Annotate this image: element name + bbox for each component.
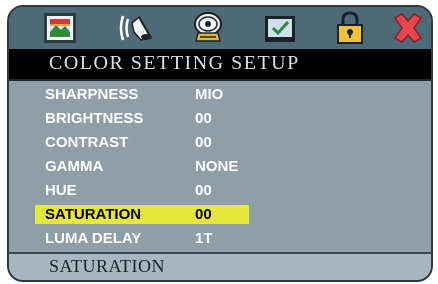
menu-title-bar: COLOR SETTING SETUP [9,49,431,81]
setting-value: 00 [195,110,212,127]
setting-label: LUMA DELAY [45,230,142,247]
setting-label: HUE [45,182,77,199]
setting-row-brightness[interactable]: BRIGHTNESS 00 [35,109,249,128]
close-icon [393,13,423,43]
tab-setup[interactable] [261,10,299,46]
speaker-icon [119,15,153,41]
setting-row-saturation[interactable]: SATURATION 00 [35,205,249,224]
film-reel-icon [194,12,222,42]
tab-exit[interactable] [389,10,427,46]
tab-video[interactable] [189,10,227,46]
osd-menu: COLOR SETTING SETUP SHARPNESS MIO BRIGHT… [7,5,433,282]
setting-row-luma-delay[interactable]: LUMA DELAY 1T [35,229,249,248]
setting-value: NONE [195,158,239,175]
settings-list: SHARPNESS MIO BRIGHTNESS 00 CONTRAST 00 … [9,81,431,259]
setting-row-gamma[interactable]: GAMMA NONE [35,157,249,176]
menu-title: COLOR SETTING SETUP [49,52,300,74]
setting-label: BRIGHTNESS [45,110,144,127]
tab-picture[interactable] [41,10,79,46]
setting-row-contrast[interactable]: CONTRAST 00 [35,133,249,152]
status-text: SATURATION [49,256,166,276]
setting-row-hue[interactable]: HUE 00 [35,181,249,200]
tab-audio[interactable] [117,10,155,46]
setting-value: 00 [195,182,212,199]
picture-icon [44,13,76,43]
setting-label: GAMMA [45,158,104,175]
setting-label: SATURATION [45,206,142,223]
tab-lock[interactable] [331,10,369,46]
lock-icon [337,11,363,44]
menu-tab-bar [9,7,431,49]
setting-value: 1T [195,230,213,247]
checkmark-monitor-icon [265,16,295,42]
setting-value: 00 [195,206,212,223]
setting-value: MIO [195,86,224,103]
setting-value: 00 [195,134,212,151]
status-bar: SATURATION [9,252,431,280]
setting-label: CONTRAST [45,134,129,151]
setting-row-sharpness[interactable]: SHARPNESS MIO [35,85,249,104]
setting-label: SHARPNESS [45,86,139,103]
